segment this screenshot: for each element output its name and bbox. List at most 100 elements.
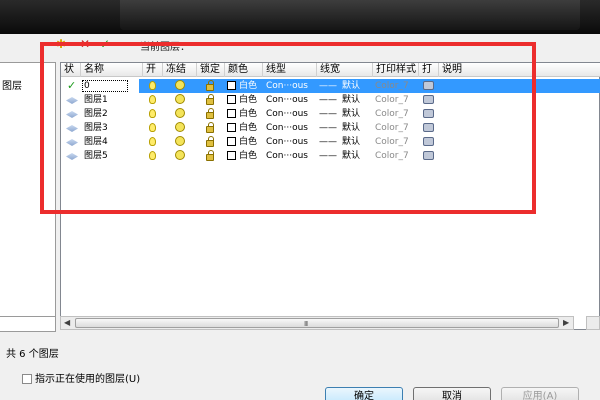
lock-open-icon[interactable]: [206, 80, 214, 91]
lineweight-sample: ——: [319, 123, 337, 133]
layer-plotstyle[interactable]: Color_7: [375, 93, 409, 107]
show-in-use-option[interactable]: 指示正在使用的图层(U): [22, 370, 140, 385]
sun-thawed-icon[interactable]: [175, 94, 185, 104]
layer-list[interactable]: 状 名称 开 冻结 锁定 颜色 线型 线宽 打印样式 打 说明 ✓ 0 白色 Con·…: [60, 62, 600, 330]
col-status[interactable]: 状: [61, 63, 81, 77]
lineweight-sample: ——: [319, 95, 337, 105]
title-bar: [0, 0, 600, 34]
layer-linetype[interactable]: Con···ous: [266, 79, 308, 93]
lock-open-icon[interactable]: [206, 136, 214, 147]
scroll-right-icon[interactable]: ▶: [563, 318, 569, 327]
layer-color[interactable]: 白色: [239, 149, 257, 163]
layer-color[interactable]: 白色: [239, 107, 257, 121]
printer-icon[interactable]: [423, 137, 434, 146]
color-swatch[interactable]: [227, 151, 236, 160]
layer-linetype[interactable]: Con···ous: [266, 149, 308, 163]
col-on[interactable]: 开: [143, 63, 163, 77]
sun-thawed-icon[interactable]: [175, 80, 185, 90]
col-plotstyle[interactable]: 打印样式: [373, 63, 419, 77]
layer-lineweight[interactable]: 默认: [342, 79, 360, 93]
layer-status-icon: [66, 153, 78, 160]
layer-color[interactable]: 白色: [239, 93, 257, 107]
current-layer-label: 当前图层：: [140, 42, 190, 53]
printer-icon[interactable]: [423, 123, 434, 132]
layer-name[interactable]: 0: [84, 79, 90, 93]
col-plot[interactable]: 打: [419, 63, 439, 77]
sun-thawed-icon[interactable]: [175, 108, 185, 118]
layer-name[interactable]: 图层1: [84, 93, 108, 107]
sun-thawed-icon[interactable]: [175, 122, 185, 132]
lightbulb-on-icon[interactable]: [149, 123, 156, 132]
layer-filter-tree[interactable]: 图层: [0, 62, 56, 332]
color-swatch[interactable]: [227, 123, 236, 132]
layer-lineweight[interactable]: 默认: [342, 135, 360, 149]
printer-icon[interactable]: [423, 81, 434, 90]
lineweight-sample: ——: [319, 109, 337, 119]
layer-lineweight[interactable]: 默认: [342, 93, 360, 107]
scroll-thumb[interactable]: III: [75, 318, 559, 328]
show-in-use-checkbox[interactable]: [22, 374, 32, 384]
color-swatch[interactable]: [227, 95, 236, 104]
delete-layer-icon[interactable]: ✕: [80, 38, 90, 50]
lock-open-icon[interactable]: [206, 122, 214, 133]
layer-row[interactable]: 图层5 白色 Con···ous —— 默认 Color_7: [61, 149, 600, 163]
col-description[interactable]: 说明: [439, 63, 600, 77]
layer-linetype[interactable]: Con···ous: [266, 135, 308, 149]
lightbulb-on-icon[interactable]: [149, 151, 156, 160]
layer-name[interactable]: 图层5: [84, 149, 108, 163]
color-swatch[interactable]: [227, 137, 236, 146]
layer-plotstyle[interactable]: Color_7: [375, 121, 409, 135]
lightbulb-on-icon[interactable]: [149, 81, 156, 90]
color-swatch[interactable]: [227, 109, 236, 118]
printer-icon[interactable]: [423, 109, 434, 118]
layer-plotstyle[interactable]: Color_7: [375, 135, 409, 149]
layer-name[interactable]: 图层3: [84, 121, 108, 135]
col-lock[interactable]: 锁定: [197, 63, 225, 77]
layer-lineweight[interactable]: 默认: [342, 121, 360, 135]
layer-row[interactable]: ✓ 0 白色 Con···ous —— 默认 Color_7: [61, 79, 600, 93]
layer-row[interactable]: 图层3 白色 Con···ous —— 默认 Color_7: [61, 121, 600, 135]
scroll-left-icon[interactable]: ◀: [64, 318, 70, 327]
lock-open-icon[interactable]: [206, 94, 214, 105]
layer-row[interactable]: 图层4 白色 Con···ous —— 默认 Color_7: [61, 135, 600, 149]
layer-name[interactable]: 图层4: [84, 135, 108, 149]
printer-icon[interactable]: [423, 95, 434, 104]
layer-row[interactable]: 图层2 白色 Con···ous —— 默认 Color_7: [61, 107, 600, 121]
sun-thawed-icon[interactable]: [175, 136, 185, 146]
col-color[interactable]: 颜色: [225, 63, 263, 77]
layer-name[interactable]: 图层2: [84, 107, 108, 121]
printer-icon[interactable]: [423, 151, 434, 160]
scroll-corner: [586, 316, 600, 330]
horizontal-scrollbar[interactable]: ◀ III ▶: [60, 316, 574, 330]
filter-search-input[interactable]: [0, 316, 56, 332]
lock-open-icon[interactable]: [206, 108, 214, 119]
col-lineweight[interactable]: 线宽: [317, 63, 373, 77]
layer-color[interactable]: 白色: [239, 135, 257, 149]
new-layer-icon[interactable]: ✱: [56, 38, 66, 50]
col-linetype[interactable]: 线型: [263, 63, 317, 77]
lightbulb-on-icon[interactable]: [149, 137, 156, 146]
lock-open-icon[interactable]: [206, 150, 214, 161]
lightbulb-on-icon[interactable]: [149, 109, 156, 118]
lightbulb-on-icon[interactable]: [149, 95, 156, 104]
layer-color[interactable]: 白色: [239, 79, 257, 93]
color-swatch[interactable]: [227, 81, 236, 90]
layer-plotstyle[interactable]: Color_7: [375, 107, 409, 121]
lineweight-sample: ——: [319, 151, 337, 161]
sun-thawed-icon[interactable]: [175, 150, 185, 160]
layer-lineweight[interactable]: 默认: [342, 107, 360, 121]
layer-plotstyle[interactable]: Color_7: [375, 149, 409, 163]
apply-button[interactable]: 应用(A): [501, 387, 579, 400]
set-current-icon[interactable]: ✓: [100, 38, 110, 50]
cancel-button[interactable]: 取消: [413, 387, 491, 400]
layer-color[interactable]: 白色: [239, 121, 257, 135]
ok-button[interactable]: 确定: [325, 387, 403, 400]
layer-linetype[interactable]: Con···ous: [266, 121, 308, 135]
layer-linetype[interactable]: Con···ous: [266, 93, 308, 107]
layer-row[interactable]: 图层1 白色 Con···ous —— 默认 Color_7: [61, 93, 600, 107]
col-name[interactable]: 名称: [81, 63, 143, 77]
col-freeze[interactable]: 冻结: [163, 63, 197, 77]
layer-lineweight[interactable]: 默认: [342, 149, 360, 163]
layer-plotstyle[interactable]: Color_7: [375, 79, 409, 93]
layer-linetype[interactable]: Con···ous: [266, 107, 308, 121]
